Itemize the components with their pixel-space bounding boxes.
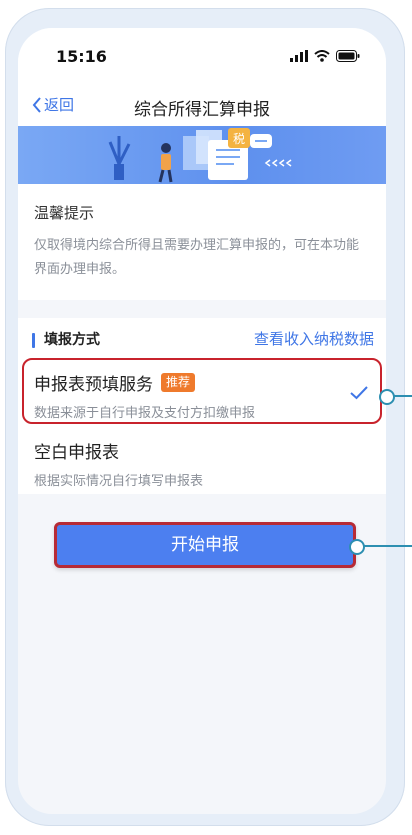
banner-illustration: 税 [18, 126, 386, 184]
option-title: 空白申报表 [34, 443, 119, 463]
nav-bar: 返回 综合所得汇算申报 [18, 86, 386, 126]
chat-bubble-icon [250, 134, 272, 148]
phone-screen: 15:16 返回 综合所得汇算申报 税 温馨提示 仅取得境内综合所得且需要办理汇… [18, 28, 386, 814]
status-icons [290, 50, 360, 62]
section-label: 填报方式 [44, 332, 100, 348]
tax-badge-icon: 税 [228, 128, 250, 148]
wifi-icon [314, 50, 330, 62]
callout-dot-option [379, 389, 395, 405]
tip-card: 温馨提示 仅取得境内综合所得且需要办理汇算申报的，可在本功能界面办理申报。 [18, 184, 386, 300]
page-title: 综合所得汇算申报 [134, 100, 270, 120]
option-blank-form[interactable]: 空白申报表 根据实际情况自行填写申报表 [34, 438, 374, 496]
signal-icon [290, 50, 308, 62]
prefill-option-highlight [22, 358, 382, 424]
start-filing-button[interactable]: 开始申报 [54, 522, 356, 568]
status-bar: 15:16 [18, 28, 386, 86]
status-time: 15:16 [56, 47, 107, 66]
callout-line-option [393, 395, 412, 397]
callout-dot-button [349, 539, 365, 555]
svg-text:税: 税 [233, 132, 245, 146]
callout-line-button [363, 545, 412, 547]
section-accent-bar [32, 333, 35, 348]
arrows-decoration-icon [264, 159, 292, 167]
tip-title: 温馨提示 [34, 204, 95, 222]
tip-text: 仅取得境内综合所得且需要办理汇算申报的，可在本功能界面办理申报。 [34, 238, 360, 277]
plant-icon [108, 136, 131, 180]
option-subtitle: 根据实际情况自行填写申报表 [34, 474, 204, 489]
battery-icon [336, 50, 360, 62]
view-income-tax-data-link[interactable]: 查看收入纳税数据 [254, 328, 374, 349]
person-icon [158, 143, 173, 183]
